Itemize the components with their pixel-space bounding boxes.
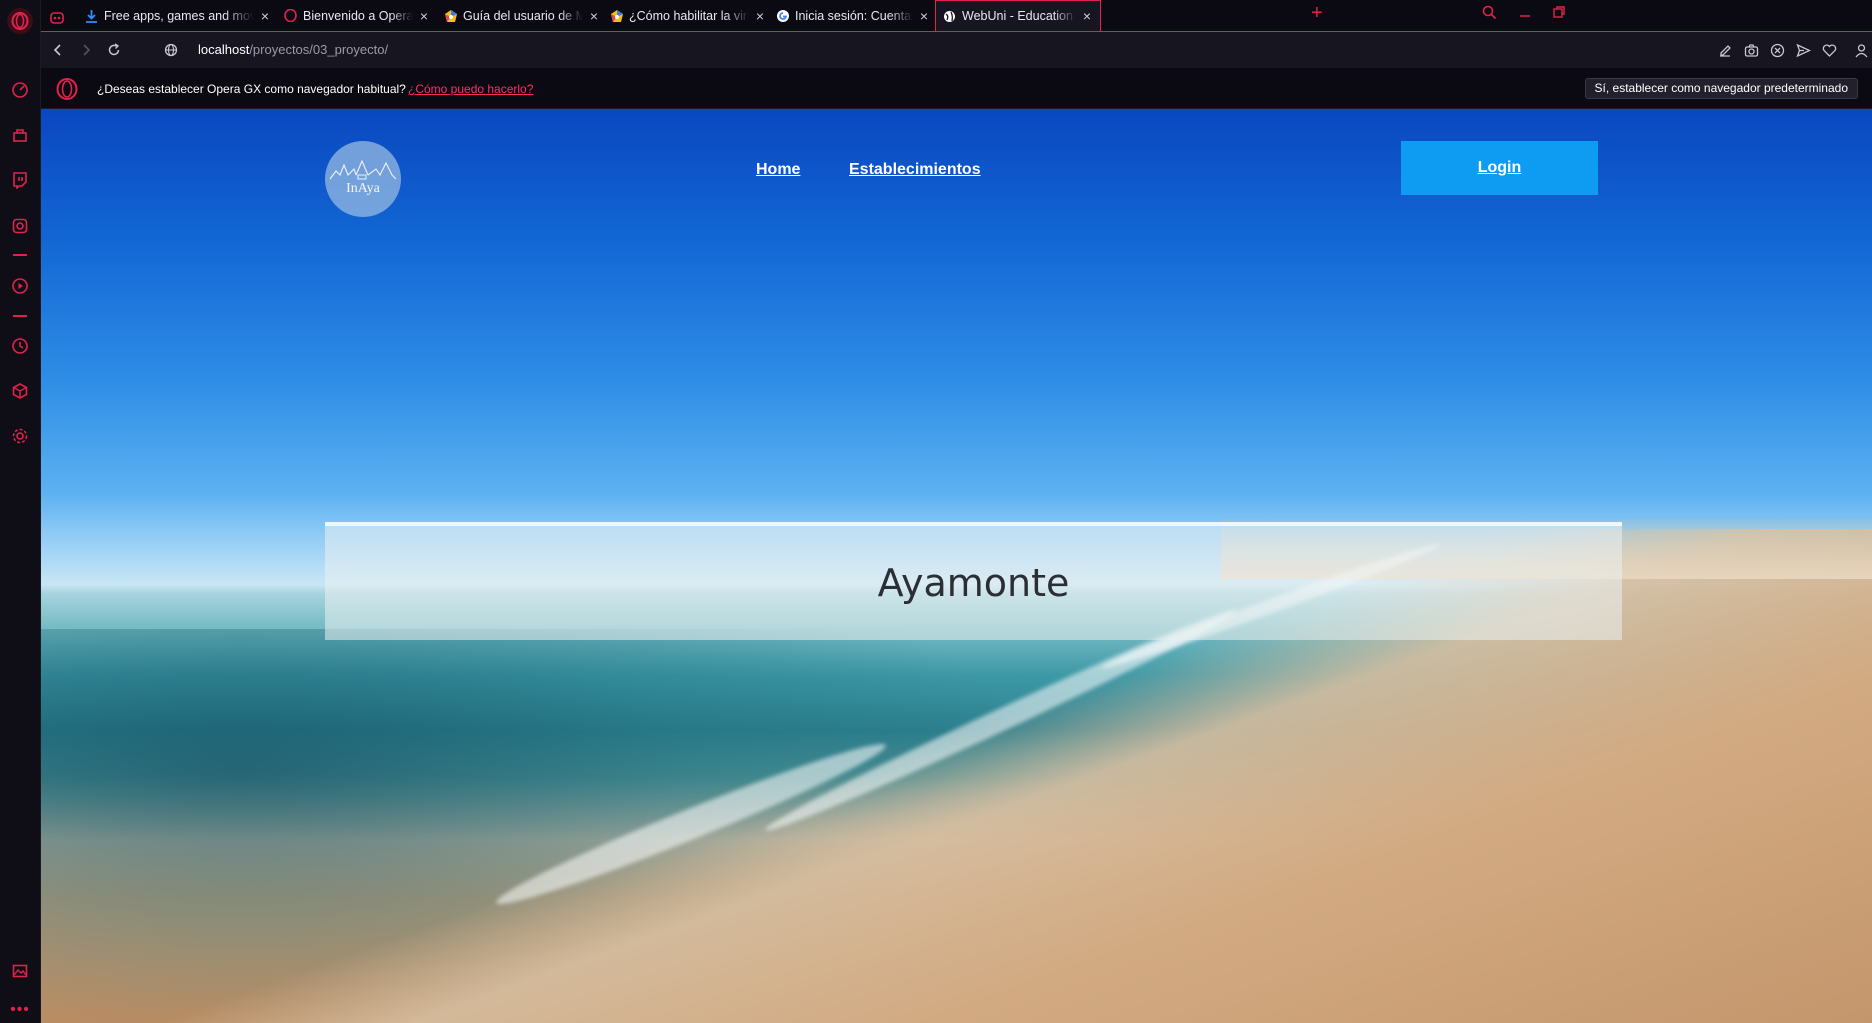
minimize-window-icon[interactable] xyxy=(1518,4,1532,21)
browser-sidebar: ••• xyxy=(0,0,41,1023)
search-tabs-icon[interactable] xyxy=(1482,5,1497,23)
instagram-icon[interactable] xyxy=(9,215,31,237)
bookmark-heart-icon[interactable] xyxy=(1821,42,1837,58)
page-viewport: InAya Home Establecimientos Login Ayamon… xyxy=(41,109,1872,1023)
tab-webuni-active[interactable]: WebUni - Education Templ × xyxy=(935,0,1101,31)
gx-control-icon[interactable] xyxy=(9,79,31,101)
share-edit-icon[interactable] xyxy=(1717,42,1733,58)
url-path: /proyectos/03_proyecto/ xyxy=(249,42,389,57)
globe-icon xyxy=(942,9,957,24)
google-icon xyxy=(775,8,790,23)
login-button[interactable]: Login xyxy=(1401,141,1598,195)
tab-title: ¿Cómo habilitar la virtualiz xyxy=(629,8,749,23)
gx-tab-icon[interactable] xyxy=(44,4,70,31)
tab-strip: Free apps, games and mov × Bienvenido a … xyxy=(41,0,1872,31)
default-browser-infobar: ¿Deseas establecer Opera GX como navegad… xyxy=(41,68,1872,109)
tab-free-apps[interactable]: Free apps, games and mov × xyxy=(78,2,278,29)
url-field[interactable]: localhost/proyectos/03_proyecto/ xyxy=(198,42,388,57)
tab-title: Bienvenido a Opera GX xyxy=(303,8,413,23)
snapshot-camera-icon[interactable] xyxy=(1743,42,1759,58)
hero-title-box: Ayamonte xyxy=(325,522,1622,640)
close-tab-icon[interactable]: × xyxy=(1080,8,1094,24)
tab-title: Inicia sesión: Cuentas de G xyxy=(795,8,913,23)
address-bar: localhost/proyectos/03_proyecto/ xyxy=(41,31,1872,68)
twitch-icon[interactable] xyxy=(9,169,31,191)
tab-title: Guía del usuario de MEmu xyxy=(463,8,583,23)
opera-icon xyxy=(283,8,298,23)
logo-text: InAya xyxy=(346,181,380,196)
tab-title: WebUni - Education Templ xyxy=(962,9,1076,23)
infobar-how-link[interactable]: ¿Cómo puedo hacerlo? xyxy=(408,82,533,96)
memu-icon xyxy=(609,8,624,23)
tab-habilitar-virtualizacion[interactable]: ¿Cómo habilitar la virtualiz × xyxy=(603,2,773,29)
reload-icon[interactable] xyxy=(105,41,123,59)
extensions-icon[interactable] xyxy=(9,380,31,402)
tab-google-login[interactable]: Inicia sesión: Cuentas de G × xyxy=(769,2,937,29)
back-arrow-icon[interactable] xyxy=(49,41,67,59)
site-info-globe-icon[interactable] xyxy=(162,41,180,59)
forward-arrow-icon[interactable] xyxy=(77,41,95,59)
nav-home-link[interactable]: Home xyxy=(756,161,800,179)
url-host: localhost xyxy=(198,42,250,57)
player-icon[interactable] xyxy=(9,275,31,297)
set-default-browser-button[interactable]: Sí, establecer como navegador predetermi… xyxy=(1584,78,1858,99)
more-options-icon[interactable]: ••• xyxy=(9,999,31,1021)
site-logo[interactable]: InAya xyxy=(325,141,401,217)
memu-icon xyxy=(443,8,458,23)
close-tab-icon[interactable]: × xyxy=(753,8,767,24)
gx-corner-icon[interactable] xyxy=(9,124,31,146)
opera-gx-menu-icon[interactable] xyxy=(7,8,33,34)
history-icon[interactable] xyxy=(9,335,31,357)
tab-bienvenido-opera[interactable]: Bienvenido a Opera GX × xyxy=(277,2,437,29)
new-tab-button[interactable]: + xyxy=(1311,3,1323,23)
download-icon xyxy=(84,8,99,23)
close-tab-icon[interactable]: × xyxy=(917,8,931,24)
nav-establecimientos-link[interactable]: Establecimientos xyxy=(849,161,981,179)
close-tab-icon[interactable]: × xyxy=(587,8,601,24)
profile-user-icon[interactable] xyxy=(1853,42,1869,58)
infobar-message: ¿Deseas establecer Opera GX como navegad… xyxy=(97,82,406,96)
maximize-window-icon[interactable] xyxy=(1552,5,1566,22)
tab-guia-memu[interactable]: Guía del usuario de MEmu × xyxy=(437,2,607,29)
close-tab-icon[interactable]: × xyxy=(417,8,431,24)
close-tab-icon[interactable]: × xyxy=(258,8,272,24)
sidebar-divider xyxy=(13,315,27,317)
settings-gear-icon[interactable] xyxy=(9,425,31,447)
wallpaper-icon[interactable] xyxy=(9,960,31,982)
send-flow-icon[interactable] xyxy=(1795,42,1811,58)
hero-title: Ayamonte xyxy=(877,561,1070,605)
sidebar-divider xyxy=(13,254,27,256)
tab-title: Free apps, games and mov xyxy=(104,8,254,23)
adblock-icon[interactable] xyxy=(1769,42,1785,58)
opera-logo-icon xyxy=(56,78,78,100)
